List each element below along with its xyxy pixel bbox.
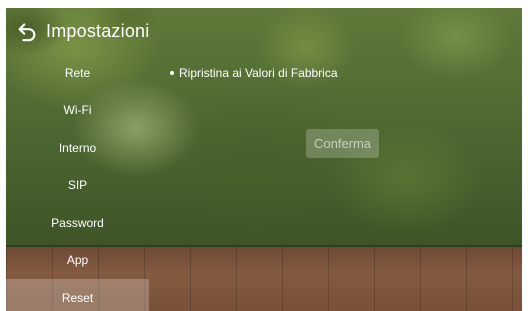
sidebar-item-label: Reset: [61, 290, 94, 305]
sidebar-item-label: Wi-Fi: [63, 103, 92, 118]
sidebar-item-label: SIP: [67, 178, 88, 193]
page-title: Impostazioni: [46, 20, 150, 41]
back-arrow-icon[interactable]: [14, 18, 40, 44]
factory-reset-option[interactable]: Ripristina ai Valori di Fabbrica: [170, 66, 338, 80]
sidebar-item-wifi[interactable]: Wi-Fi: [6, 92, 149, 130]
sidebar-item-label: Rete: [64, 65, 91, 80]
sidebar-item-sip[interactable]: SIP: [6, 167, 149, 205]
sidebar-item-interno[interactable]: Interno: [6, 129, 149, 167]
sidebar-item-label: Interno: [58, 140, 97, 155]
sidebar-item-label: Password: [51, 215, 104, 230]
sidebar-item-app[interactable]: App: [6, 242, 149, 280]
header-bar: Impostazioni: [6, 8, 256, 54]
settings-sidebar: Rete Wi-Fi Interno SIP Password App Rese…: [6, 54, 149, 311]
bullet-icon: [170, 71, 174, 75]
sidebar-item-reset[interactable]: Reset: [6, 279, 149, 311]
factory-reset-label: Ripristina ai Valori di Fabbrica: [179, 66, 338, 80]
sidebar-item-label: App: [66, 253, 89, 268]
settings-screen: Impostazioni Rete Wi-Fi Interno SIP Pass…: [6, 8, 522, 311]
sidebar-item-password[interactable]: Password: [6, 204, 149, 242]
sidebar-item-rete[interactable]: Rete: [6, 54, 149, 92]
confirm-button[interactable]: Conferma: [306, 129, 379, 158]
